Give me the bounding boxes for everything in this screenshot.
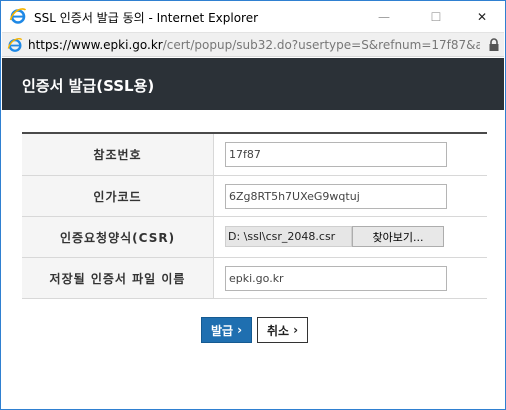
csr-label: 인증요청양식(CSR) [22,217,214,257]
form-row-csr: 인증요청양식(CSR) D: \ssl\csr_2048.csr 찾아보기... [22,217,487,258]
reference-number-input[interactable]: 17f87 [225,142,447,167]
close-button[interactable]: ✕ [459,1,505,32]
certificate-filename-label: 저장될 인증서 파일 이름 [22,258,214,298]
issue-button[interactable]: 발급 › [201,317,252,343]
internet-explorer-icon [7,37,23,52]
maximize-button[interactable]: ☐ [413,1,459,32]
cancel-button-label: 취소 [266,323,290,338]
certificate-form: 참조번호 17f87 인가코드 6Zg8RT5h7UXeG9wqtuj 인증요청… [22,132,487,299]
chevron-right-icon: › [293,323,299,337]
url-path: /cert/popup/sub32.do?usertype=S&refnum=1… [162,38,480,52]
internet-explorer-icon [9,8,27,24]
url-text[interactable]: https://www.epki.go.kr/cert/popup/sub32.… [28,38,480,52]
value-cell: epki.go.kr [214,258,487,298]
value-cell: 17f87 [214,134,487,175]
cancel-button[interactable]: 취소 › [257,317,308,343]
auth-code-label: 인가코드 [22,176,214,216]
title-bar: SSL 인증서 발급 동의 - Internet Explorer — ☐ ✕ [1,1,505,32]
page-title: 인증서 발급(SSL용) [22,77,155,95]
value-cell: D: \ssl\csr_2048.csr 찾아보기... [214,217,487,257]
form-row-reference-number: 참조번호 17f87 [22,134,487,176]
address-bar[interactable]: https://www.epki.go.kr/cert/popup/sub32.… [2,32,504,57]
page-header: 인증서 발급(SSL용) [2,58,504,110]
window-title: SSL 인증서 발급 동의 - Internet Explorer [34,11,259,25]
chevron-right-icon: › [237,323,243,337]
reference-number-label: 참조번호 [22,134,214,175]
form-row-auth-code: 인가코드 6Zg8RT5h7UXeG9wqtuj [22,176,487,217]
csr-file-path-input[interactable]: D: \ssl\csr_2048.csr [225,226,352,247]
minimize-button[interactable]: — [361,1,407,32]
value-cell: 6Zg8RT5h7UXeG9wqtuj [214,176,487,216]
lock-icon[interactable] [488,38,500,52]
browser-popup-window: SSL 인증서 발급 동의 - Internet Explorer — ☐ ✕ … [0,0,506,410]
certificate-filename-input[interactable]: epki.go.kr [225,266,447,291]
form-row-filename: 저장될 인증서 파일 이름 epki.go.kr [22,258,487,299]
url-host: https://www.epki.go.kr [28,38,163,52]
issue-button-label: 발급 [210,323,234,338]
auth-code-input[interactable]: 6Zg8RT5h7UXeG9wqtuj [225,184,447,209]
browse-button[interactable]: 찾아보기... [352,226,444,247]
